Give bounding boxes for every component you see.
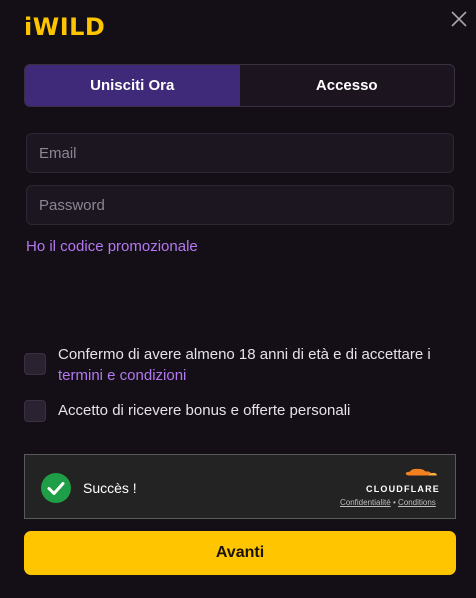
- submit-button[interactable]: Avanti: [24, 531, 456, 575]
- captcha-links: Confidentialité • Conditions: [340, 498, 436, 507]
- captcha-status: Succès !: [83, 480, 137, 496]
- check-circle-icon: [41, 473, 71, 503]
- age-terms-label: Confermo di avere almeno 18 anni di età …: [58, 344, 431, 386]
- links-separator: •: [392, 498, 396, 507]
- promo-code-link[interactable]: Ho il codice promozionale: [26, 238, 198, 255]
- terms-link[interactable]: termini e condizioni: [58, 367, 186, 384]
- cloudflare-brand: CLOUDFLARE: [366, 484, 440, 494]
- password-field[interactable]: [26, 185, 454, 225]
- brand-logo: iWILD: [24, 13, 106, 41]
- age-terms-checkbox[interactable]: [24, 353, 46, 375]
- conditions-link[interactable]: Conditions: [398, 498, 436, 507]
- close-icon[interactable]: [448, 8, 470, 30]
- age-terms-text: Confermo di avere almeno 18 anni di età …: [58, 346, 431, 363]
- auth-tabs: Unisciti Ora Accesso: [24, 64, 455, 107]
- cloudflare-cloud-icon: [405, 468, 437, 476]
- bonus-checkbox[interactable]: [24, 400, 46, 422]
- privacy-link[interactable]: Confidentialité: [340, 498, 391, 507]
- tab-login[interactable]: Accesso: [240, 65, 455, 106]
- tab-join-now[interactable]: Unisciti Ora: [25, 65, 240, 106]
- bonus-label: Accetto di ricevere bonus e offerte pers…: [58, 402, 351, 419]
- cloudflare-captcha: Succès ! CLOUDFLARE Confidentialité • Co…: [24, 454, 456, 519]
- email-field[interactable]: [26, 133, 454, 173]
